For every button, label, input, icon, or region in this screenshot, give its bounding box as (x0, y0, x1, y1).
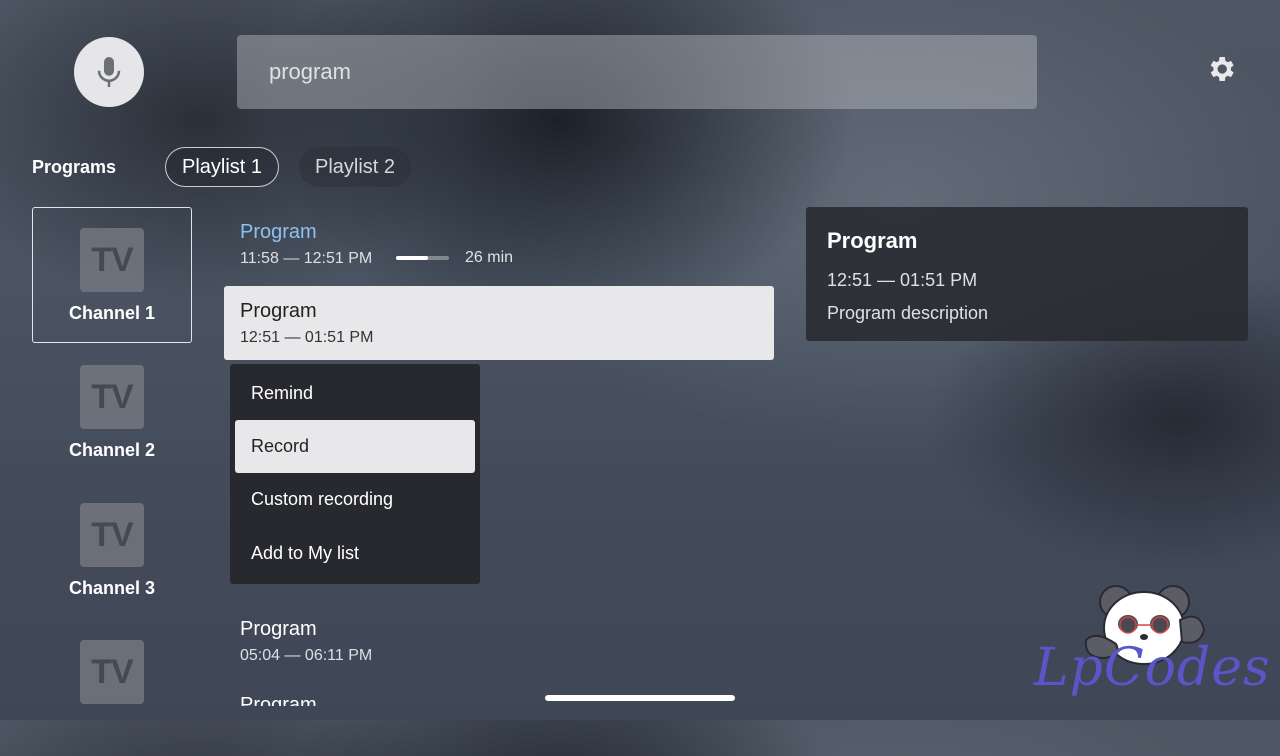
channel-item[interactable]: TV (32, 620, 192, 756)
channel-name: Channel 3 (68, 578, 156, 598)
tv-logo-icon: TV (80, 503, 144, 567)
menu-item-record[interactable]: Record (235, 420, 475, 473)
search-input[interactable]: program (237, 35, 1037, 109)
program-remaining: 26 min (465, 249, 514, 266)
menu-item-add-to-my-list[interactable]: Add to My list (235, 527, 475, 580)
program-time: 11:58 — 12:51 PM (240, 250, 373, 267)
gear-icon (1210, 57, 1234, 81)
search-query: program (269, 59, 351, 84)
menu-item-remind[interactable]: Remind (235, 367, 475, 420)
tab-playlist-1[interactable]: Playlist 1 (165, 147, 280, 187)
program-title: Program (240, 696, 317, 706)
settings-button[interactable] (1205, 53, 1237, 85)
context-menu: Remind Record Custom recording Add to My… (230, 364, 480, 584)
watermark-text: LpCodes (1034, 638, 1271, 698)
program-title: Program (240, 300, 317, 322)
mic-icon (97, 57, 121, 87)
channel-name: Channel 2 (68, 440, 156, 460)
detail-description: Program description (827, 303, 989, 323)
gesture-nav-handle[interactable] (545, 695, 735, 701)
tv-logo-icon: TV (80, 365, 144, 429)
channel-item[interactable]: TV Channel 3 (32, 483, 192, 619)
channel-item[interactable]: TV Channel 1 (32, 207, 192, 343)
watermark-logo: LpCodes (1030, 580, 1270, 710)
program-progress-fill (396, 256, 428, 260)
menu-item-custom-recording[interactable]: Custom recording (235, 473, 475, 526)
tv-logo-icon: TV (80, 228, 144, 292)
program-item-focused[interactable]: Program 12:51 — 01:51 PM (224, 286, 774, 360)
programs-section-label: Programs (32, 157, 117, 177)
program-item-partial[interactable]: Program (240, 696, 317, 706)
channel-item[interactable]: TV Channel 2 (32, 345, 192, 481)
program-time: 05:04 — 06:11 PM (240, 647, 373, 664)
program-detail-panel: Program 12:51 — 01:51 PM Program descrip… (806, 207, 1248, 341)
program-time: 12:51 — 01:51 PM (240, 329, 374, 346)
detail-time: 12:51 — 01:51 PM (827, 270, 978, 290)
detail-title: Program (827, 228, 918, 253)
tv-logo-icon: TV (80, 640, 144, 704)
program-progress-bar (396, 256, 449, 260)
voice-search-button[interactable] (74, 37, 144, 107)
program-title[interactable]: Program (240, 618, 317, 641)
program-title[interactable]: Program (240, 221, 317, 244)
channel-name: Channel 1 (68, 303, 156, 323)
tab-playlist-2[interactable]: Playlist 2 (299, 147, 412, 187)
